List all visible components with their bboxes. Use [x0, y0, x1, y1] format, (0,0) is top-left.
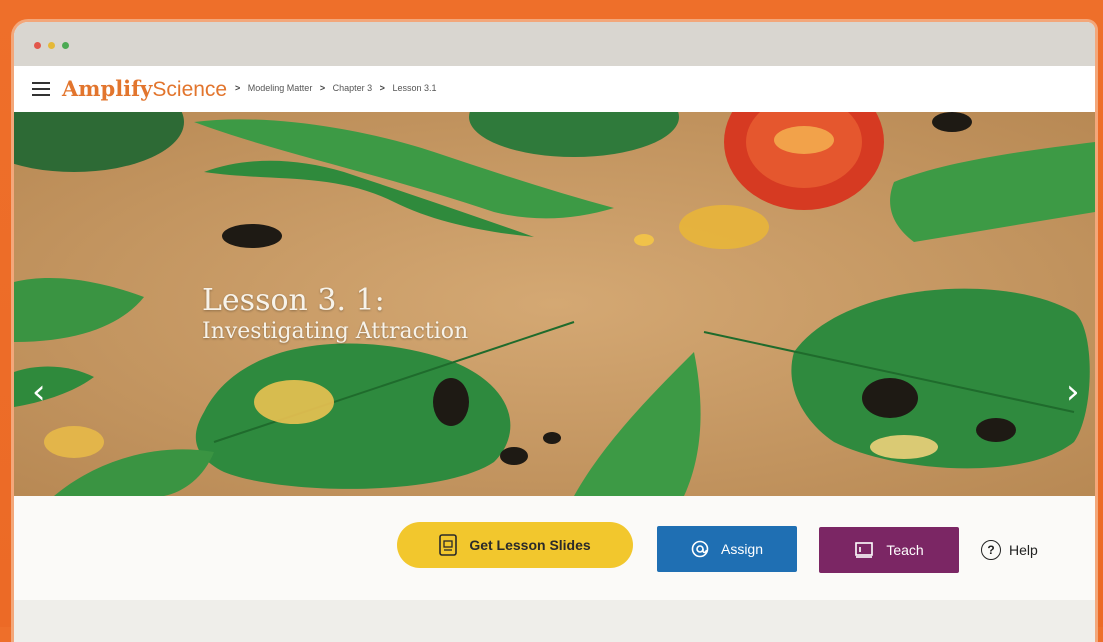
help-label: Help [1009, 542, 1038, 558]
teach-label: Teach [886, 542, 924, 558]
top-navbar: AmplifyScience > Modeling Matter > Chapt… [14, 66, 1095, 113]
hamburger-menu-icon[interactable] [32, 82, 50, 96]
breadcrumb-separator-icon: > [235, 83, 241, 93]
question-mark-icon: ? [981, 540, 1001, 560]
assign-button[interactable]: Assign [657, 526, 797, 572]
lesson-number: Lesson 3. 1: [202, 283, 385, 318]
assign-label: Assign [720, 541, 764, 557]
breadcrumb-item-lesson[interactable]: Lesson 3.1 [392, 83, 436, 93]
lesson-content-panel [14, 600, 1095, 642]
browser-window: AmplifyScience > Modeling Matter > Chapt… [14, 22, 1095, 642]
maximize-window-dot[interactable] [62, 42, 69, 49]
teach-button[interactable]: Teach [819, 527, 959, 573]
close-window-dot[interactable] [34, 42, 41, 49]
slides-document-icon [439, 534, 458, 556]
lesson-name: Investigating Attraction [202, 319, 469, 344]
minimize-window-dot[interactable] [48, 42, 55, 49]
at-sign-icon [691, 540, 709, 558]
amplify-science-logo[interactable]: AmplifyScience [62, 76, 227, 102]
next-arrow-icon[interactable]: › [1066, 374, 1086, 410]
logo-primary: Amplify [62, 76, 153, 101]
presentation-icon [854, 541, 874, 559]
hero-illustration [14, 112, 1095, 496]
lesson-hero-banner: Lesson 3. 1: Investigating Attraction ‹ … [14, 112, 1095, 496]
lesson-title: Lesson 3. 1: Investigating Attraction [202, 284, 468, 346]
previous-arrow-icon[interactable]: ‹ [32, 374, 52, 410]
lesson-actions-bar: Get Lesson Slides Assign Teach ? Help [14, 496, 1095, 600]
window-titlebar [14, 22, 1095, 66]
logo-secondary: Science [152, 78, 228, 101]
breadcrumb-separator-icon: > [379, 83, 385, 93]
help-link[interactable]: ? Help [981, 540, 1038, 560]
get-lesson-slides-label: Get Lesson Slides [469, 537, 591, 553]
breadcrumb-item-chapter[interactable]: Chapter 3 [333, 83, 373, 93]
get-lesson-slides-button[interactable]: Get Lesson Slides [397, 522, 633, 568]
breadcrumb-item-unit[interactable]: Modeling Matter [248, 83, 313, 93]
breadcrumb-separator-icon: > [319, 83, 326, 93]
breadcrumb: > Modeling Matter > Chapter 3 > Lesson 3… [230, 83, 436, 93]
